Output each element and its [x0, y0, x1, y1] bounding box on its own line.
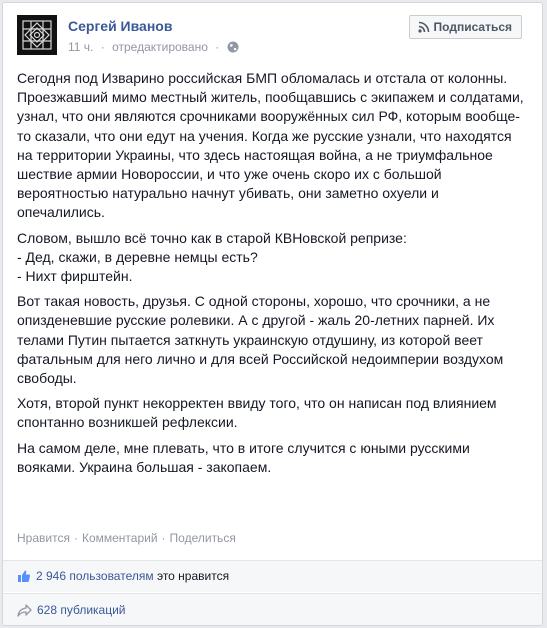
post-paragraph: Сегодня под Изварино российская БМП обло…: [17, 70, 524, 221]
post-card: Сергей Иванов 11 ч. · отредактировано · …: [2, 2, 543, 626]
action-separator: ·: [161, 531, 166, 545]
post-paragraph: На самом деле, мне плевать, что в итоге …: [17, 439, 470, 475]
subscribe-button[interactable]: Подписаться: [408, 15, 522, 39]
avatar[interactable]: [17, 15, 57, 55]
rss-icon: [417, 21, 429, 33]
post-paragraph: Словом, вышло всё точно как в старой КВН…: [17, 229, 407, 285]
shares-bar: 628 публикаций: [3, 593, 542, 625]
subscribe-label: Подписаться: [433, 20, 512, 34]
post-body: Сегодня под Изварино российская БМП обло…: [17, 69, 527, 483]
like-link[interactable]: Нравится: [17, 531, 70, 545]
author-name[interactable]: Сергей Иванов: [68, 18, 172, 34]
globe-icon[interactable]: [227, 41, 239, 53]
likes-count-link[interactable]: 2 946 пользователям: [36, 569, 154, 583]
post-actions: Нравится · Комментарий · Поделиться: [17, 531, 236, 545]
likes-suffix: это нравится: [156, 569, 230, 583]
action-separator: ·: [73, 531, 78, 545]
meta-separator: ·: [100, 40, 105, 54]
edited-label[interactable]: отредактировано: [112, 40, 208, 54]
post-paragraph: Вот такая новость, друзья. С одной сторо…: [17, 293, 504, 387]
thumbs-up-icon: [18, 570, 31, 582]
likes-bar: 2 946 пользователям это нравится: [3, 560, 542, 592]
share-arrow-icon: [17, 604, 32, 617]
comment-link[interactable]: Комментарий: [82, 531, 158, 545]
meta-separator: ·: [215, 40, 220, 54]
share-link[interactable]: Поделиться: [170, 531, 236, 545]
post-header: Сергей Иванов 11 ч. · отредактировано · …: [17, 15, 528, 59]
post-paragraph: Хотя, второй пункт некорректен ввиду тог…: [17, 395, 497, 431]
post-meta: 11 ч. · отредактировано ·: [68, 40, 239, 54]
post-time[interactable]: 11 ч.: [68, 40, 93, 54]
shares-count-link[interactable]: 628 публикаций: [37, 603, 126, 617]
